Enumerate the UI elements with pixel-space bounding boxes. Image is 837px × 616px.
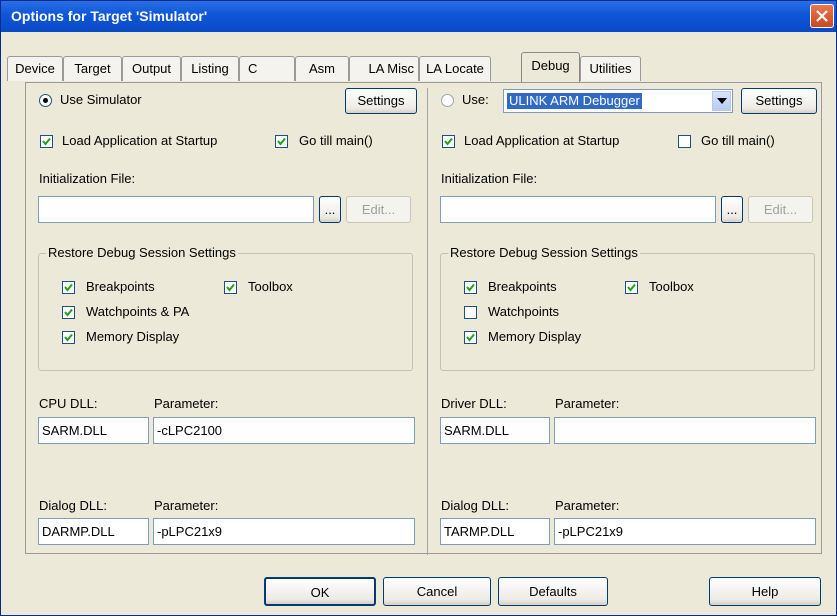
right-memory-display-checkbox[interactable] <box>464 331 477 344</box>
right-breakpoints-label: Breakpoints <box>488 279 557 294</box>
load-app-label: Load Application at Startup <box>62 133 218 148</box>
checkmark-icon <box>444 137 453 146</box>
simulator-settings-button[interactable]: Settings <box>345 88 417 114</box>
driver-parameter-input[interactable] <box>554 417 816 444</box>
driver-dll-label: Driver DLL: <box>441 396 507 411</box>
tab-la-locate[interactable]: LA Locate <box>419 56 491 81</box>
panel-divider <box>427 88 428 555</box>
toolbox-label: Toolbox <box>248 279 293 294</box>
title-bar: Options for Target 'Simulator' <box>1 1 836 32</box>
load-app-checkbox[interactable] <box>40 135 53 148</box>
checkmark-icon <box>466 333 475 342</box>
ok-button[interactable]: OK <box>264 577 376 606</box>
right-load-app-checkbox[interactable] <box>442 135 455 148</box>
checkmark-icon <box>64 308 73 317</box>
right-breakpoints-checkbox[interactable] <box>464 281 477 294</box>
tab-debug[interactable]: Debug <box>521 52 580 82</box>
close-button[interactable] <box>810 4 834 28</box>
checkmark-icon <box>42 137 51 146</box>
use-debugger-radio[interactable] <box>441 94 454 107</box>
debugger-select-value: ULINK ARM Debugger <box>507 93 642 109</box>
right-restore-settings-title: Restore Debug Session Settings <box>448 245 640 260</box>
init-file-label: Initialization File: <box>39 171 136 186</box>
right-init-file-edit-button[interactable]: Edit... <box>748 196 813 223</box>
memory-display-label: Memory Display <box>86 329 180 344</box>
checkmark-icon <box>466 283 475 292</box>
defaults-button[interactable]: Defaults <box>498 577 608 606</box>
tab-asm[interactable]: Asm <box>295 56 349 81</box>
dialog-parameter-label: Parameter: <box>154 498 219 513</box>
checkmark-icon <box>64 283 73 292</box>
right-dialog-parameter-input[interactable]: -pLPC21x9 <box>554 518 816 545</box>
toolbox-checkbox[interactable] <box>224 281 237 294</box>
dialog-parameter-input[interactable]: -pLPC21x9 <box>153 518 415 545</box>
right-watchpoints-label: Watchpoints <box>488 304 560 319</box>
watchpoints-checkbox[interactable] <box>62 306 75 319</box>
options-dialog: Options for Target 'Simulator' Device Ta… <box>0 0 837 616</box>
use-debugger-label: Use: <box>462 92 489 107</box>
right-init-file-browse-button[interactable]: ... <box>721 196 743 223</box>
init-file-browse-button[interactable]: ... <box>319 196 341 223</box>
help-button[interactable]: Help <box>709 577 821 606</box>
cpu-parameter-label: Parameter: <box>154 396 219 411</box>
right-init-file-label: Initialization File: <box>441 171 538 186</box>
init-file-edit-button[interactable]: Edit... <box>346 196 411 223</box>
right-toolbox-checkbox[interactable] <box>625 281 638 294</box>
checkmark-icon <box>277 137 286 146</box>
tab-output[interactable]: Output <box>122 56 181 81</box>
tab-utilities[interactable]: Utilities <box>580 56 641 81</box>
watchpoints-label: Watchpoints & PA <box>86 304 190 319</box>
tab-c[interactable]: C <box>239 56 295 81</box>
driver-dll-input[interactable]: SARM.DLL <box>440 417 550 444</box>
cpu-dll-input[interactable]: SARM.DLL <box>38 417 149 444</box>
close-icon <box>816 10 828 22</box>
debugger-select[interactable]: ULINK ARM Debugger <box>503 89 733 113</box>
cpu-parameter-input[interactable]: -cLPC2100 <box>153 417 415 444</box>
right-dialog-dll-input[interactable]: TARMP.DLL <box>440 518 550 545</box>
checkmark-icon <box>64 333 73 342</box>
chevron-down-icon <box>717 98 727 104</box>
debugger-dropdown-button[interactable] <box>712 91 731 111</box>
memory-display-checkbox[interactable] <box>62 331 75 344</box>
right-dialog-dll-label: Dialog DLL: <box>441 498 509 513</box>
right-toolbox-label: Toolbox <box>649 279 694 294</box>
right-dialog-parameter-label: Parameter: <box>555 498 620 513</box>
dialog-dll-input[interactable]: DARMP.DLL <box>38 518 149 545</box>
breakpoints-label: Breakpoints <box>86 279 155 294</box>
checkmark-icon <box>627 283 636 292</box>
right-init-file-input[interactable] <box>440 196 716 223</box>
go-till-main-label: Go till main() <box>299 133 373 148</box>
tab-listing[interactable]: Listing <box>181 56 239 81</box>
use-simulator-label: Use Simulator <box>60 92 142 107</box>
breakpoints-checkbox[interactable] <box>62 281 75 294</box>
right-watchpoints-checkbox[interactable] <box>464 306 477 319</box>
restore-settings-title: Restore Debug Session Settings <box>46 245 238 260</box>
tab-target[interactable]: Target <box>63 56 122 81</box>
checkmark-icon <box>226 283 235 292</box>
window-title: Options for Target 'Simulator' <box>11 8 208 24</box>
tab-device[interactable]: Device <box>7 56 63 81</box>
right-go-till-main-label: Go till main() <box>701 133 775 148</box>
cpu-dll-label: CPU DLL: <box>39 396 98 411</box>
use-simulator-radio[interactable] <box>39 94 52 107</box>
right-memory-display-label: Memory Display <box>488 329 582 344</box>
debugger-settings-button[interactable]: Settings <box>741 88 817 114</box>
right-load-app-label: Load Application at Startup <box>464 133 620 148</box>
go-till-main-checkbox[interactable] <box>275 135 288 148</box>
cancel-button[interactable]: Cancel <box>383 577 491 606</box>
tab-la-misc[interactable]: LA Misc <box>349 56 419 81</box>
init-file-input[interactable] <box>38 196 314 223</box>
driver-parameter-label: Parameter: <box>555 396 620 411</box>
dialog-dll-label: Dialog DLL: <box>39 498 107 513</box>
right-go-till-main-checkbox[interactable] <box>678 135 691 148</box>
